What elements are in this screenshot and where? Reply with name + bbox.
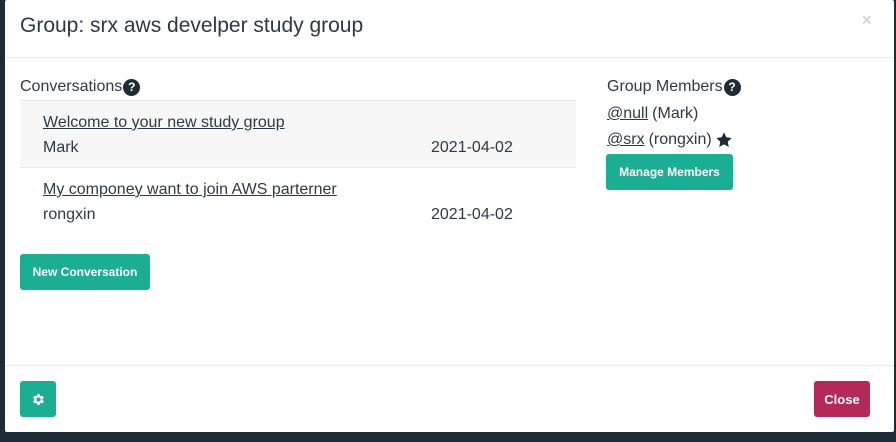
conversation-date: 2021-04-02	[431, 139, 513, 156]
new-conversation-button[interactable]: New Conversation	[20, 254, 150, 290]
help-icon[interactable]: ?	[123, 78, 141, 96]
close-x-icon[interactable]: ×	[861, 11, 872, 29]
conversation-author: rongxin	[43, 206, 96, 223]
member-handle-link[interactable]: @srx	[607, 131, 645, 149]
help-icon[interactable]: ?	[723, 78, 741, 96]
modal-title: Group: srx aws develper study group	[20, 14, 364, 37]
member-handle-link[interactable]: @null	[607, 105, 648, 123]
settings-button[interactable]	[20, 381, 56, 417]
modal-footer: Close	[5, 365, 894, 433]
star-icon	[715, 132, 732, 148]
conversation-title-link[interactable]: Welcome to your new study group	[43, 114, 285, 132]
conversation-title-link[interactable]: My componey want to join AWS parterner	[43, 181, 337, 199]
group-members-heading-label: Group Members	[607, 78, 723, 95]
close-button[interactable]: Close	[814, 381, 870, 417]
member-item: @null (Mark)	[607, 105, 698, 123]
gear-icon	[32, 393, 44, 405]
conversation-author: Mark	[43, 139, 79, 156]
member-name: (rongxin)	[648, 131, 712, 148]
modal-header: Group: srx aws develper study group ×	[5, 0, 894, 58]
conversations-heading-label: Conversations	[20, 78, 123, 95]
conversations-heading: Conversations ?	[20, 78, 141, 96]
group-modal: Group: srx aws develper study group × Co…	[5, 0, 894, 432]
member-name: (Mark)	[652, 105, 699, 122]
conversation-date: 2021-04-02	[431, 206, 513, 223]
manage-members-button[interactable]: Manage Members	[606, 154, 733, 190]
conversation-row: Welcome to your new study group Mark 202…	[20, 100, 576, 167]
group-members-heading: Group Members ?	[607, 78, 741, 96]
member-item: @srx (rongxin)	[607, 131, 733, 149]
conversation-list: Welcome to your new study group Mark 202…	[20, 100, 576, 234]
conversation-row: My componey want to join AWS parterner r…	[20, 167, 576, 234]
